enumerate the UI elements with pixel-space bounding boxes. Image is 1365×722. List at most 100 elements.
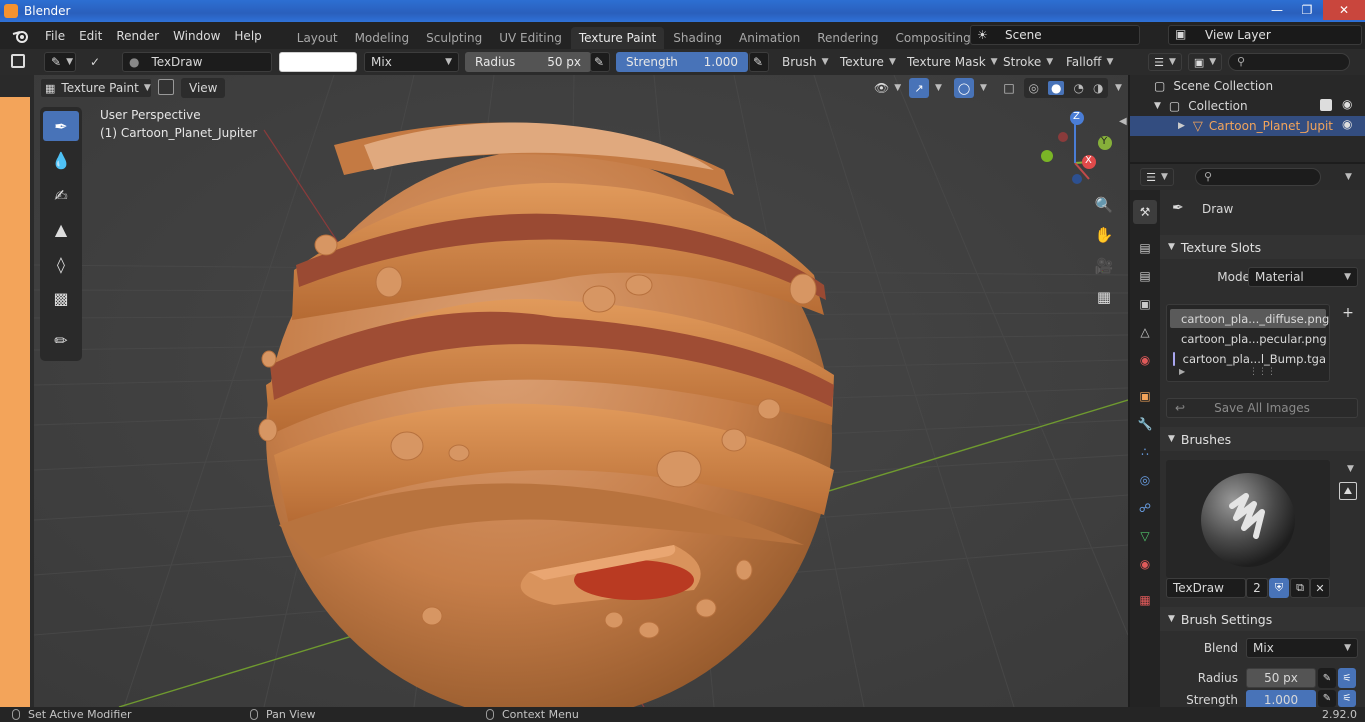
output-tab[interactable]: ▤ [1133, 264, 1157, 288]
tab-sculpting[interactable]: Sculpting [418, 27, 490, 49]
soften-tool[interactable]: 💧 [43, 145, 79, 175]
constraints-tab[interactable]: ☍ [1133, 496, 1157, 520]
radius-pressure-icon[interactable]: ✎ [1318, 668, 1336, 688]
minimize-button[interactable]: — [1263, 0, 1291, 20]
tab-modeling[interactable]: Modeling [347, 27, 418, 49]
tab-layout[interactable]: Layout [289, 27, 346, 49]
eye-icon[interactable]: ◉ [1342, 117, 1352, 131]
tab-rendering[interactable]: Rendering [809, 27, 886, 49]
list-expand-icon[interactable]: ▶ [1179, 367, 1185, 376]
3d-viewport[interactable]: Z Y X [34, 75, 1128, 707]
brush-users-count[interactable]: 2 [1246, 578, 1268, 598]
view-layer-selector[interactable]: ▣ View Layer [1168, 25, 1362, 45]
unlink-brush-icon[interactable]: ✕ [1310, 578, 1330, 598]
properties-search-input[interactable]: ⚲ [1195, 168, 1321, 186]
gizmo-toggle-icon[interactable]: ↗ [909, 78, 929, 98]
mode-dropdown[interactable]: ▦ Texture Paint ▼ [40, 78, 152, 98]
brush-name-field[interactable]: TexDraw [1166, 578, 1246, 598]
strength-pressure-icon[interactable]: ✎ [1318, 690, 1336, 707]
data-tab[interactable]: ▽ [1133, 524, 1157, 548]
menu-render[interactable]: Render [109, 24, 166, 48]
view-menu[interactable]: View [181, 78, 226, 98]
gizmo-z-label[interactable]: Z [1073, 111, 1080, 122]
radius-curve-icon[interactable]: ⚟ [1338, 668, 1356, 688]
texture-menu[interactable]: Texture ▼ [836, 52, 900, 72]
tab-shading[interactable]: Shading [665, 27, 730, 49]
expand-arrow-icon[interactable]: ▼ [1154, 101, 1161, 111]
texture-mask-menu[interactable]: Texture Mask ▼ [903, 52, 1002, 72]
gizmo-dropdown[interactable]: ▼ [930, 78, 944, 98]
material-preview-icon[interactable]: ◔ [1074, 81, 1084, 95]
tool-tab[interactable]: ⚒ [1133, 200, 1157, 224]
view-layer-tab[interactable]: ▣ [1133, 292, 1157, 316]
outliner-editor-type[interactable]: ☰ ▼ [1148, 53, 1182, 71]
strength-field[interactable]: 1.000 [1246, 690, 1316, 707]
outliner-display-mode[interactable]: ▣ ▼ [1188, 53, 1222, 71]
list-resize-handle[interactable]: ⋮⋮⋮ [1249, 367, 1276, 377]
outliner-scene-collection[interactable]: ▢ Scene Collection [1130, 76, 1365, 96]
radius-field[interactable]: 50 px [1246, 668, 1316, 688]
texture-slot-diffuse[interactable]: cartoon_pla..._diffuse.png [1170, 309, 1329, 328]
pan-hand-icon[interactable]: ✋ [1091, 222, 1117, 248]
overlays-toggle-icon[interactable]: ◯ [954, 78, 974, 98]
tool-mode-dropdown[interactable]: ✎ ▼ [44, 52, 76, 72]
brush-image-icon[interactable]: ⛰ [1339, 482, 1357, 500]
expand-arrow-icon[interactable]: ▶ [1178, 121, 1185, 131]
texture-tab[interactable]: ▦ [1133, 588, 1157, 612]
render-tab[interactable]: ▤ [1133, 236, 1157, 260]
outliner-object-row[interactable]: ▶ ▽ Cartoon_Planet_Jupit ◉ [1130, 116, 1365, 136]
scene-tab[interactable]: △ [1133, 320, 1157, 344]
material-tab[interactable]: ◉ [1133, 552, 1157, 576]
outliner-search-input[interactable]: ⚲ [1228, 53, 1350, 71]
scene-selector[interactable]: ☀ Scene [970, 25, 1140, 45]
stroke-menu[interactable]: Stroke ▼ [999, 52, 1057, 72]
tab-uv-editing[interactable]: UV Editing [491, 27, 570, 49]
properties-editor-type[interactable]: ☰ ▼ [1140, 168, 1174, 186]
brush-color-swatch[interactable] [279, 52, 357, 72]
sidebar-toggle-icon[interactable]: ◀ [1119, 116, 1127, 127]
strength-pressure-icon[interactable]: ✎ [749, 52, 769, 72]
eye-icon[interactable]: ◉ [1342, 97, 1352, 111]
blender-logo-icon[interactable] [10, 25, 32, 47]
radius-pressure-icon[interactable]: ✎ [590, 52, 610, 72]
shading-dropdown[interactable]: ▼ [1110, 78, 1124, 98]
menu-window[interactable]: Window [166, 24, 227, 48]
exclude-checkbox[interactable] [1320, 99, 1332, 111]
tab-compositing[interactable]: Compositing [887, 27, 978, 49]
zoom-icon[interactable]: 🔍 [1091, 192, 1117, 218]
smear-tool[interactable]: ✍ [43, 180, 79, 210]
brush-list-dropdown[interactable]: ▼ [1338, 460, 1358, 478]
modifiers-tab[interactable]: 🔧 [1133, 412, 1157, 436]
strength-curve-icon[interactable]: ⚟ [1338, 690, 1356, 707]
world-tab[interactable]: ◉ [1133, 348, 1157, 372]
brushes-panel-header[interactable]: ▼ Brushes [1160, 427, 1365, 451]
blend-dropdown[interactable]: Mix ▼ [1246, 638, 1358, 658]
overlays-dropdown[interactable]: ▼ [975, 78, 989, 98]
falloff-menu[interactable]: Falloff ▼ [1062, 52, 1117, 72]
solid-shading-icon[interactable]: ● [1048, 81, 1065, 95]
object-tab[interactable]: ▣ [1133, 384, 1157, 408]
texture-slot-bump[interactable]: cartoon_pla...l_Bump.tga [1170, 349, 1326, 368]
blend-mode-dropdown[interactable]: Mix ▼ [364, 52, 459, 72]
brush-menu[interactable]: Brush ▼ [778, 52, 833, 72]
mask-tool[interactable]: ▩ [43, 283, 79, 313]
particles-tab[interactable]: ∴ [1133, 440, 1157, 464]
ortho-grid-icon[interactable]: ▦ [1091, 284, 1117, 310]
texture-mode-dropdown[interactable]: Material ▼ [1248, 267, 1358, 287]
xray-toggle-icon[interactable]: □ [999, 78, 1019, 98]
mask-toggle-icon[interactable] [158, 79, 174, 95]
camera-view-icon[interactable]: 🎥 [1091, 253, 1117, 279]
physics-tab[interactable]: ◎ [1133, 468, 1157, 492]
texture-slots-panel-header[interactable]: ▼ Texture Slots [1160, 235, 1365, 259]
draw-tool[interactable]: ✒ [43, 111, 79, 141]
brush-settings-panel-header[interactable]: ▼ Brush Settings [1160, 607, 1365, 631]
annotate-tool[interactable]: ✏ [43, 325, 79, 355]
brush-preview[interactable] [1166, 460, 1330, 578]
wireframe-shading-icon[interactable]: ◎ [1029, 81, 1039, 95]
tab-animation[interactable]: Animation [731, 27, 808, 49]
radius-slider[interactable]: Radius 50 px [465, 52, 591, 72]
add-slot-button[interactable]: + [1338, 304, 1358, 322]
menu-edit[interactable]: Edit [72, 24, 109, 48]
properties-options-dropdown[interactable]: ▼ [1340, 168, 1356, 186]
brush-name-field[interactable]: ● TexDraw [122, 52, 272, 72]
